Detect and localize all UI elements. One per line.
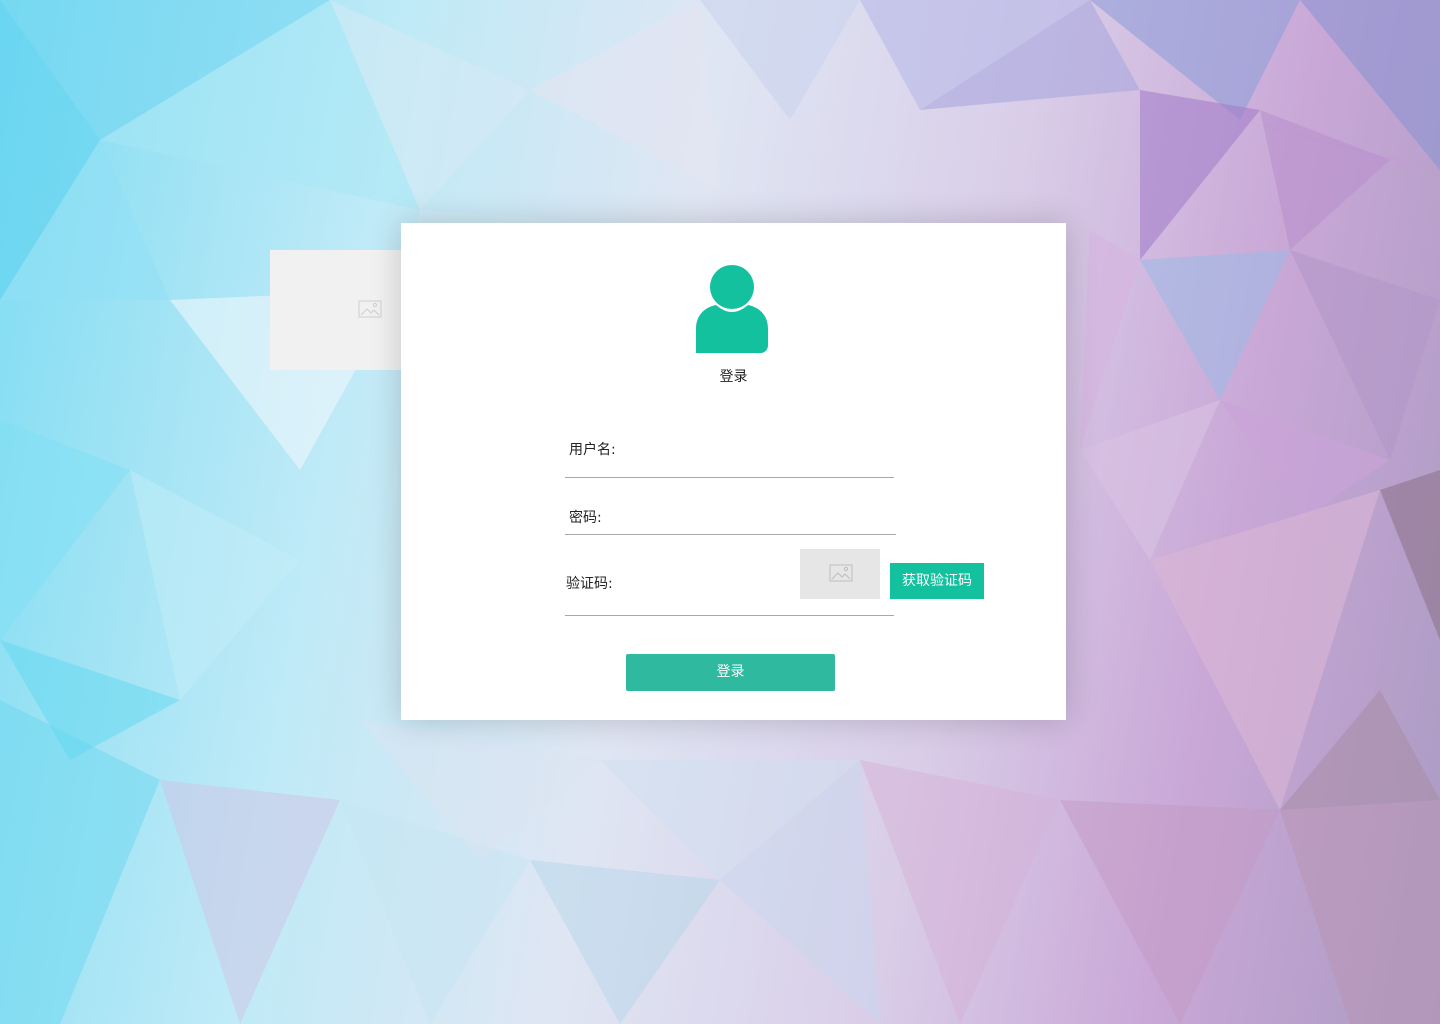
login-title: 登录 (719, 369, 748, 385)
captcha-image[interactable] (800, 549, 880, 599)
image-placeholder-icon (358, 300, 382, 322)
captcha-input[interactable] (625, 571, 789, 597)
password-input[interactable] (611, 505, 891, 531)
login-card: 登录 用户名: 密码: 验证码: 获取验证码 登录 (401, 223, 1066, 720)
username-field: 用户名: (565, 429, 894, 478)
username-label: 用户名: (569, 442, 616, 458)
password-field: 密码: (565, 497, 896, 535)
user-avatar-icon (696, 265, 768, 354)
image-placeholder-icon (829, 564, 853, 586)
get-code-button[interactable]: 获取验证码 (890, 563, 984, 599)
login-button[interactable]: 登录 (626, 654, 835, 691)
captcha-label: 验证码: (566, 576, 613, 592)
password-label: 密码: (569, 510, 602, 526)
username-input[interactable] (625, 437, 889, 463)
